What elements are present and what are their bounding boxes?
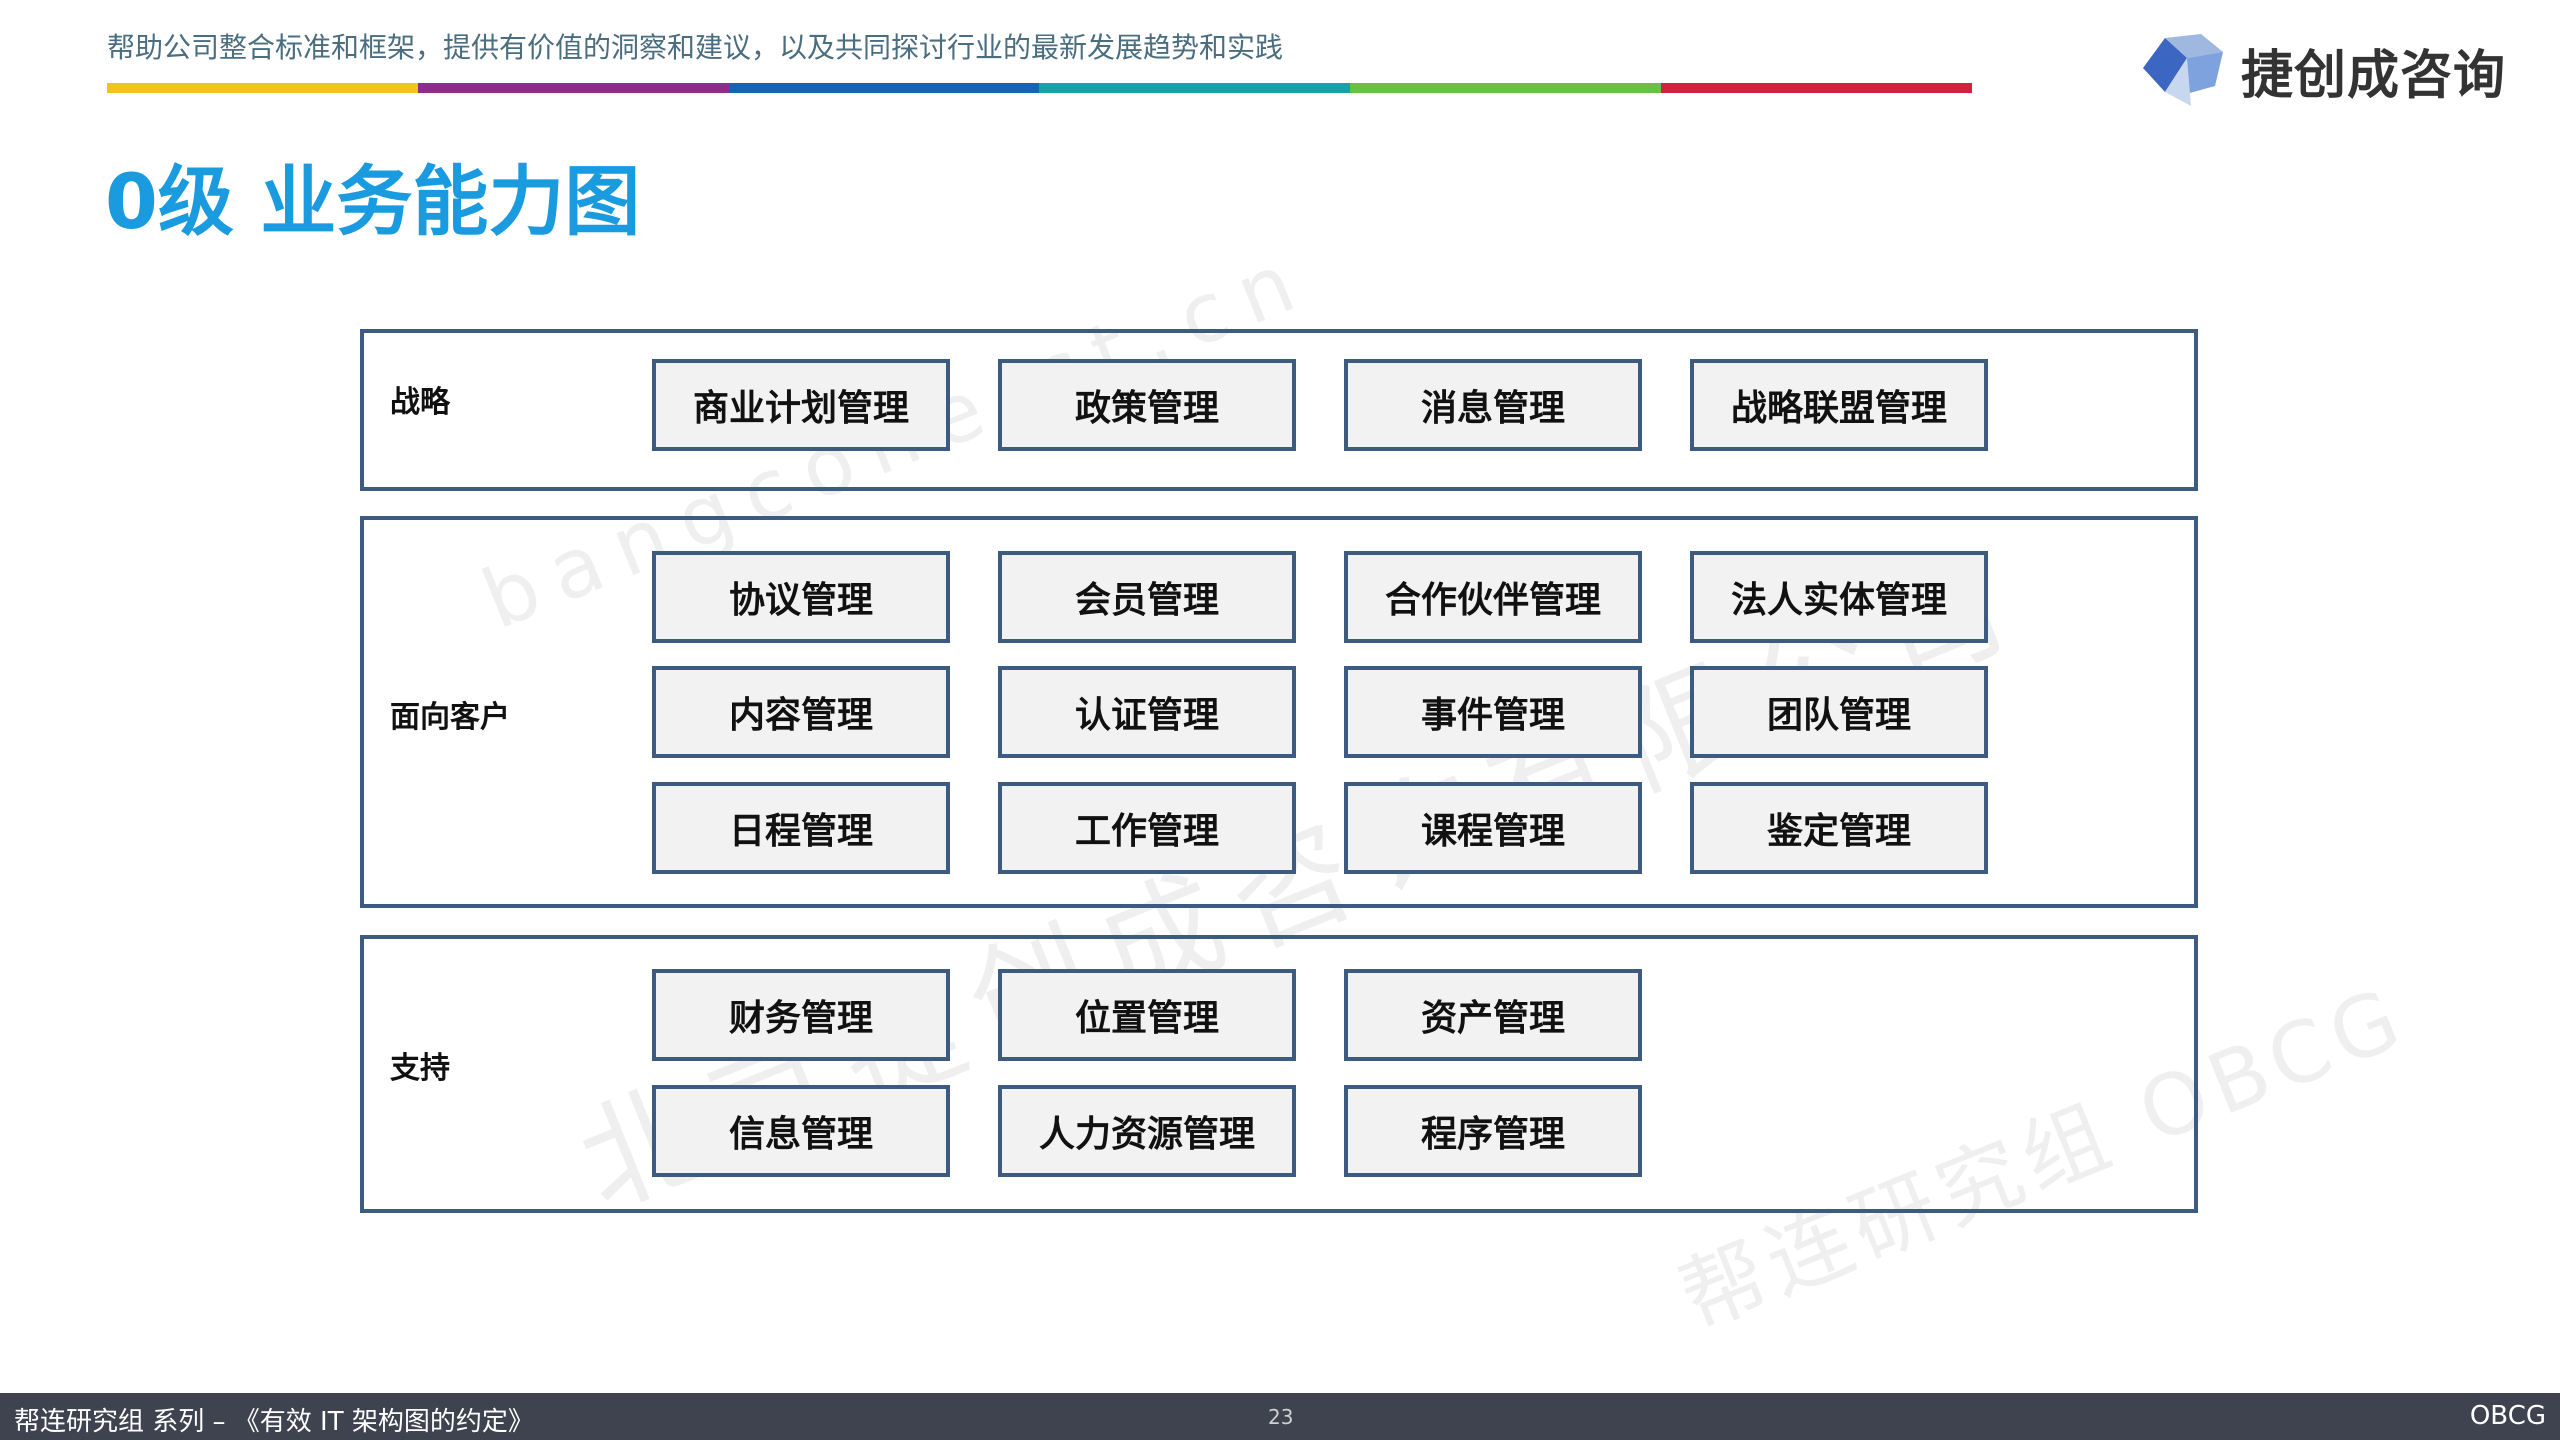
capability-box: 财务管理	[652, 969, 950, 1061]
color-bar-segment-blue	[728, 83, 1040, 93]
capability-box: 法人实体管理	[1690, 551, 1988, 643]
footer-series-title: 帮连研究组 系列 – 《有效 IT 架构图的约定》	[14, 1407, 534, 1437]
footer-page-number: 23	[1268, 1405, 1294, 1429]
capability-box: 认证管理	[998, 666, 1296, 758]
capability-box: 日程管理	[652, 782, 950, 874]
color-bar-segment-purple	[417, 83, 729, 93]
layer-label-support: 支持	[390, 1051, 450, 1086]
layer-strategy: 战略 商业计划管理 政策管理 消息管理 战略联盟管理	[360, 329, 2198, 491]
capability-box: 信息管理	[652, 1085, 950, 1177]
capability-box: 会员管理	[998, 551, 1296, 643]
capability-box: 协议管理	[652, 551, 950, 643]
company-logo: 捷创成咨询	[2135, 30, 2506, 110]
capability-box: 资产管理	[1344, 969, 1642, 1061]
capability-box: 课程管理	[1344, 782, 1642, 874]
color-bar-segment-red	[1661, 83, 1972, 93]
capability-box: 商业计划管理	[652, 359, 950, 451]
layer-label-strategy: 战略	[390, 385, 450, 420]
color-bar-segment-green	[1350, 83, 1662, 93]
capability-box: 事件管理	[1344, 666, 1642, 758]
capability-box: 位置管理	[998, 969, 1296, 1061]
capability-box: 战略联盟管理	[1690, 359, 1988, 451]
layer-label-customer-facing: 面向客户	[390, 700, 510, 735]
header-tagline: 帮助公司整合标准和框架，提供有价值的洞察和建议，以及共同探讨行业的最新发展趋势和…	[107, 31, 1284, 64]
layer-support: 支持 财务管理 位置管理 资产管理 信息管理 人力资源管理 程序管理	[360, 935, 2198, 1213]
capability-box: 工作管理	[998, 782, 1296, 874]
capability-box: 合作伙伴管理	[1344, 551, 1642, 643]
footer-brand: OBCG	[2469, 1401, 2546, 1431]
capability-box: 团队管理	[1690, 666, 1988, 758]
capability-box: 人力资源管理	[998, 1085, 1296, 1177]
capability-box: 鉴定管理	[1690, 782, 1988, 874]
layer-customer-facing: 面向客户 协议管理 会员管理 合作伙伴管理 法人实体管理 内容管理 认证管理 事…	[360, 516, 2198, 908]
color-bar-segment-yellow	[107, 83, 418, 93]
page-title: 0级 业务能力图	[105, 157, 641, 246]
logo-text: 捷创成咨询	[2241, 45, 2507, 106]
capability-box: 内容管理	[652, 666, 950, 758]
color-bar-segment-teal	[1039, 83, 1351, 93]
footer-bar: 帮连研究组 系列 – 《有效 IT 架构图的约定》 23 OBCG	[0, 1393, 2560, 1440]
capability-box: 消息管理	[1344, 359, 1642, 451]
cube-logo-icon	[2143, 34, 2223, 106]
capability-box: 政策管理	[998, 359, 1296, 451]
header-color-bar	[107, 83, 1972, 93]
capability-box: 程序管理	[1344, 1085, 1642, 1177]
